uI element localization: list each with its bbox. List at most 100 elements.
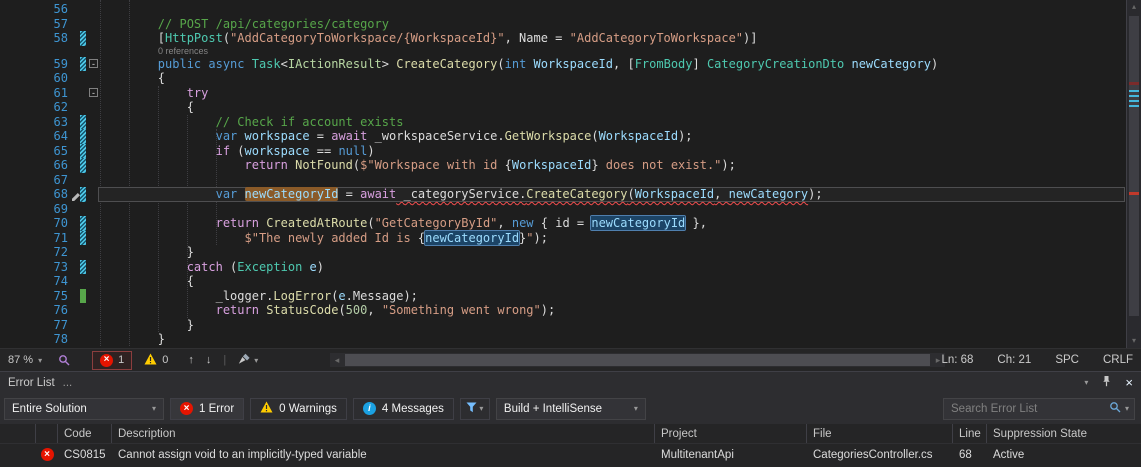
code-line-56[interactable]: 56	[0, 2, 1141, 17]
column-header-suppression[interactable]: Suppression State	[987, 424, 1141, 443]
code-line-57[interactable]: 57 // POST /api/categories/category	[0, 17, 1141, 32]
scroll-up-icon[interactable]: ▴	[1127, 1, 1141, 13]
line-ending-indicator[interactable]: CRLF	[1103, 354, 1133, 366]
panel-title: Error List	[8, 376, 55, 389]
search-input[interactable]	[949, 401, 1105, 416]
column-indicator[interactable]: Ch: 21	[997, 354, 1031, 366]
fold-toggle[interactable]: -	[89, 59, 98, 69]
broom-icon	[238, 353, 251, 368]
column-header-project[interactable]: Project	[655, 424, 807, 443]
code-line-77[interactable]: 77 }	[0, 318, 1141, 333]
info-icon: i	[362, 402, 376, 415]
column-header-description[interactable]: Description	[112, 424, 655, 443]
pin-icon[interactable]	[1102, 375, 1111, 390]
close-icon[interactable]: ×	[1125, 376, 1133, 389]
scrollbar-change-mark	[1129, 95, 1139, 97]
errors-filter-label: 1 Error	[199, 402, 235, 415]
error-list-header: Code Description Project File Line Suppr…	[0, 424, 1141, 444]
code-area[interactable]: 56 57 // POST /api/categories/category 58 …	[0, 0, 1141, 347]
code-line-70[interactable]: 70 return CreatedAtRoute("GetCategoryByI…	[0, 216, 1141, 231]
error-icon: ×	[180, 402, 193, 415]
code-line-76[interactable]: 76 return StatusCode(500, "Something wen…	[0, 303, 1141, 318]
code-line-78[interactable]: 78 }	[0, 332, 1141, 347]
code-line-71[interactable]: 71 $"The newly added Id is {newCategoryI…	[0, 230, 1141, 245]
warning-summary-button[interactable]: 0	[144, 353, 168, 368]
line-number: 56	[53, 2, 68, 16]
scroll-down-icon[interactable]: ▾	[1127, 335, 1141, 347]
code-line-59[interactable]: 59- public async Task<IActionResult> Cre…	[0, 56, 1141, 71]
scope-filter-value: Entire Solution	[12, 402, 87, 415]
scrollbar-change-mark	[1129, 105, 1139, 107]
code-line-62[interactable]: 62 {	[0, 100, 1141, 115]
cell-icon: ×	[36, 444, 58, 465]
code-line-75[interactable]: 75 _logger.LogError(e.Message);	[0, 288, 1141, 303]
codelens-references[interactable]: 0 references	[0, 46, 1141, 57]
warning-count: 0	[162, 354, 169, 366]
cell-suppression: Active	[993, 448, 1025, 461]
error-icon: ×	[40, 448, 54, 461]
code-line-69[interactable]: 69	[0, 202, 1141, 217]
cell-project: MultitenantApi	[661, 448, 734, 461]
panel-title-dots: ...	[62, 376, 73, 389]
fold-toggle[interactable]: -	[89, 88, 98, 98]
error-row[interactable]: × CS0815 Cannot assign void to an implicit…	[0, 444, 1141, 465]
scroll-left-icon[interactable]: ◂	[330, 353, 344, 367]
code-editor[interactable]: 56 57 // POST /api/categories/category 58 …	[0, 0, 1141, 348]
code-line-66[interactable]: 66 return NotFound($"Workspace with id {…	[0, 158, 1141, 173]
vertical-scrollbar[interactable]: ▴ ▾	[1126, 0, 1141, 348]
code-line-67[interactable]: 67	[0, 173, 1141, 188]
code-line-64[interactable]: 64 var workspace = await _workspaceServi…	[0, 129, 1141, 144]
error-list-rows: × CS0815 Cannot assign void to an implicit…	[0, 444, 1141, 465]
code-line-68[interactable]: 68 var newCategoryId = await _categorySe…	[0, 187, 1141, 202]
chevron-down-icon[interactable]: ▾	[1125, 404, 1129, 413]
scrollbar-error-mark	[1129, 192, 1139, 195]
column-header-severity[interactable]	[36, 424, 58, 443]
source-filter-select[interactable]: Build + IntelliSense ▾	[495, 397, 646, 420]
code-line-61[interactable]: 61- try	[0, 86, 1141, 101]
editor-status-strip: 87 % ▾ × 1 0 ↑ ↓ | ▾ ◂ ▸ Ln: 68 Ch: 21 S…	[0, 348, 1141, 371]
chevron-down-icon: ▾	[479, 404, 484, 413]
warnings-filter-button[interactable]: 0 Warnings	[250, 397, 347, 420]
chevron-down-icon: ▾	[38, 355, 43, 365]
filter-button[interactable]: ▾	[459, 397, 490, 420]
cell-blank	[0, 444, 36, 465]
chevron-down-icon: ▾	[633, 404, 638, 413]
errors-filter-button[interactable]: × 1 Error	[170, 397, 245, 420]
scrollbar-change-mark	[1129, 100, 1139, 102]
insert-mode-indicator[interactable]: SPC	[1055, 354, 1079, 366]
code-line-60[interactable]: 60 {	[0, 71, 1141, 86]
vertical-scrollbar-thumb[interactable]	[1129, 16, 1139, 316]
column-header-line[interactable]: Line	[953, 424, 987, 443]
next-issue-button[interactable]: ↓	[206, 354, 212, 366]
horizontal-scrollbar[interactable]: ◂ ▸	[330, 353, 945, 367]
previous-issue-button[interactable]: ↑	[188, 354, 194, 366]
zoom-icon[interactable]	[58, 354, 70, 366]
cell-code: CS0815	[64, 448, 106, 461]
source-filter-value: Build + IntelliSense	[503, 402, 603, 415]
error-summary-button[interactable]: × 1	[92, 350, 133, 370]
window-position-menu-icon[interactable]: ▾	[1084, 378, 1088, 387]
separator: |	[223, 354, 227, 366]
error-icon: ×	[100, 353, 114, 367]
warning-icon	[144, 353, 157, 368]
code-line-65[interactable]: 65 if (workspace == null)	[0, 143, 1141, 158]
column-header-file[interactable]: File	[807, 424, 953, 443]
code-line-58[interactable]: 58 [HttpPost("AddCategoryToWorkspace/{Wo…	[0, 31, 1141, 46]
error-count: 1	[118, 354, 125, 366]
pencil-icon	[71, 189, 81, 207]
code-line-74[interactable]: 74 {	[0, 274, 1141, 289]
scope-filter-select[interactable]: Entire Solution ▾	[4, 397, 164, 420]
messages-filter-button[interactable]: i 4 Messages	[352, 397, 454, 420]
code-line-63[interactable]: 63 // Check if account exists	[0, 114, 1141, 129]
column-header-code[interactable]: Code	[58, 424, 112, 443]
code-cleanup-button[interactable]: ▾	[238, 353, 258, 368]
horizontal-scrollbar-thumb[interactable]	[345, 354, 930, 366]
line-indicator[interactable]: Ln: 68	[941, 354, 973, 366]
code-line-72[interactable]: 72 }	[0, 245, 1141, 260]
zoom-level-select[interactable]: 87 % ▾	[0, 349, 50, 371]
error-list-titlebar[interactable]: Error List ... ▾ ×	[0, 372, 1141, 393]
warnings-filter-label: 0 Warnings	[279, 402, 337, 415]
search-icon[interactable]	[1109, 400, 1121, 418]
error-list-search: ▾	[943, 397, 1135, 420]
code-line-73[interactable]: 73 catch (Exception e)	[0, 259, 1141, 274]
